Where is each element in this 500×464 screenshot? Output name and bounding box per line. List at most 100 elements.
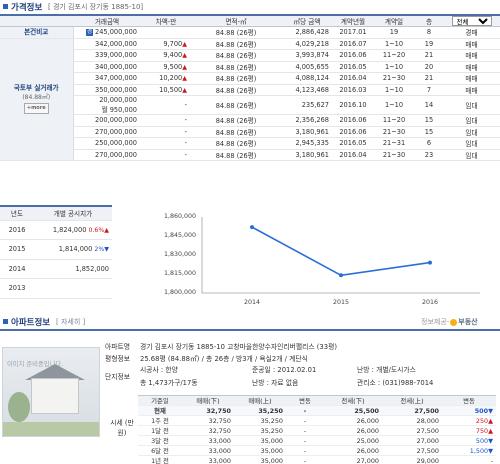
jeonse-change: 500▼ — [442, 405, 496, 416]
deal-type: 매매 — [443, 84, 500, 96]
deal-type: 임대 — [443, 137, 500, 150]
amount: 342,000,000 — [95, 39, 137, 48]
compare-diff — [141, 26, 191, 39]
public-price-cell: 1,824,000 0.6%▲ — [34, 220, 112, 240]
amount-cell: 250,000,000 — [73, 137, 141, 150]
price-row: 347,000,000 10,200▲ 84.88 (26평) 4,088,124 20… — [0, 72, 500, 85]
public-price-header: 년도 개별 공시지가 — [0, 205, 112, 221]
sale-change: - — [286, 455, 324, 464]
market-table-header: 기준일 매매(下) 매매(上) 변동 전세(下) 전세(上) 변동 — [138, 395, 496, 406]
contract-ym: 2016.10 — [333, 95, 373, 115]
header-jeonse-low: 전세(下) — [324, 395, 382, 406]
contract-ym: 2016.06 — [333, 126, 373, 138]
households-info: 총 1,473가구/17동 — [140, 379, 198, 387]
up-arrow-icon: ▲ — [182, 86, 187, 94]
jeonse-high: 27,000 — [382, 435, 442, 446]
market-row: 6달 전 33,000 35,000-26,000 27,500 1,500▼ — [138, 445, 496, 456]
type-filter-select[interactable]: 전체 — [451, 16, 492, 26]
completion-info: 준공일 : 2012.02.01 — [252, 366, 317, 374]
area-cell: 84.88 (26평) — [191, 49, 281, 62]
more-button[interactable]: +more — [23, 103, 49, 115]
area-value: 84.88 — [215, 128, 235, 137]
down-arrow-icon: ▼ — [104, 246, 109, 254]
data-point[interactable] — [339, 273, 343, 278]
header-day: 계약일 — [373, 14, 415, 27]
jeonse-high: 27,500 — [382, 425, 442, 436]
parking-info: 난방 : 자료 없음 — [252, 379, 299, 387]
year: 2015 — [0, 239, 34, 260]
when: 1주 전 — [138, 415, 182, 426]
area-unit: (26평) — [236, 63, 257, 72]
amount-cell: 350,000,000 — [73, 84, 141, 96]
compare-amount: 245,000,000 — [95, 28, 137, 37]
area-value: 84.88 — [215, 63, 235, 72]
per-m2: 3,993,874 — [281, 49, 333, 62]
contract-day: 1~10 — [373, 61, 415, 73]
floor: 19 — [415, 38, 443, 50]
change-pct: 0.6% — [88, 226, 105, 234]
area-cell: 84.88 (26평) — [191, 114, 281, 127]
when: 3달 전 — [138, 435, 182, 446]
up-arrow-icon: ▲ — [104, 226, 109, 234]
contract-day: 21~30 — [373, 126, 415, 138]
data-point[interactable] — [250, 225, 254, 230]
data-point[interactable] — [428, 260, 432, 265]
diff-cell: - — [141, 95, 191, 115]
contract-ym: 2016.03 — [333, 84, 373, 96]
header-sale-low: 매매(下) — [182, 395, 234, 406]
diff-value: 10,500 — [159, 85, 183, 94]
amount-cell: 20,000,000 월 950,000 — [73, 95, 141, 115]
amount: 270,000,000 — [95, 150, 137, 159]
deal-type: 매매 — [443, 61, 500, 73]
area-value: 84.88 — [215, 151, 235, 160]
header-sale-high: 매매(上) — [234, 395, 286, 406]
area-unit: (26평) — [236, 117, 257, 126]
apt-detail-link[interactable]: [ 자세히 ] — [56, 317, 85, 327]
compare-amount-cell: 경 245,000,000 — [73, 26, 141, 39]
price-row: 20,000,000 월 950,000-84.88 (26평) 235,627 20… — [0, 95, 500, 115]
compare-per-m2: 2,886,428 — [281, 26, 333, 39]
jeonse-low: 25,000 — [324, 435, 382, 446]
sale-low: 33,000 — [182, 445, 234, 456]
market-price-table: 기준일 매매(下) 매매(上) 변동 전세(下) 전세(上) 변동 현재 32,7… — [138, 395, 496, 464]
header-amount: 거래금액 — [73, 14, 141, 27]
sale-low: 32,750 — [182, 425, 234, 436]
year: 2014 — [0, 259, 34, 279]
price-section-header: 가격정보 [ 경기 김포시 장기동 1885-10] — [0, 0, 500, 14]
deal-type: 임대 — [443, 95, 500, 115]
header-diff: 차액-만 — [141, 14, 191, 27]
diff-cell: - — [141, 126, 191, 138]
apt-section-header: 아파트정보 [ 자세히 ] 정보제공- 부동산 — [0, 315, 500, 329]
series-line — [251, 226, 431, 277]
deal-type: 매매 — [443, 72, 500, 85]
area-value: 84.88 — [215, 102, 235, 110]
floor: 21 — [415, 72, 443, 85]
filter-cell: 전체 — [443, 14, 500, 27]
amount: 340,000,000 — [95, 62, 137, 71]
amount-cell: 339,000,000 — [73, 49, 141, 62]
jeonse-change: 250▲ — [442, 415, 496, 426]
price-row: 350,000,000 10,500▲ 84.88 (26평) 4,123,468 20… — [0, 84, 500, 96]
up-arrow-icon: ▲ — [182, 40, 187, 48]
header-public-price: 개별 공시지가 — [34, 205, 112, 221]
sale-change: - — [286, 435, 324, 446]
amount-cell: 270,000,000 — [73, 149, 141, 161]
area-cell: 84.88 (26평) — [191, 84, 281, 96]
per-m2: 2,356,268 — [281, 114, 333, 127]
diff-value: - — [184, 139, 187, 148]
diff-value: 10,200 — [159, 74, 183, 83]
public-price-value: 1,824,000 — [52, 225, 87, 234]
diff-cell: 10,500▲ — [141, 84, 191, 96]
diff-cell: - — [141, 149, 191, 161]
header-blank — [0, 14, 73, 27]
sale-low: 33,000 — [182, 435, 234, 446]
market-row: 1주 전 32,750 35,250-26,000 28,000 250▲ — [138, 415, 496, 426]
per-m2: 235,627 — [281, 95, 333, 115]
per-m2: 4,123,468 — [281, 84, 333, 96]
header-ym: 계약년월 — [333, 14, 373, 27]
jeonse-high: 29,000 — [382, 455, 442, 464]
header-jeonse-high: 전세(上) — [382, 395, 442, 406]
per-m2: 4,088,124 — [281, 72, 333, 85]
contract-ym: 2016.06 — [333, 114, 373, 127]
public-price-row: 2013 — [0, 278, 112, 299]
